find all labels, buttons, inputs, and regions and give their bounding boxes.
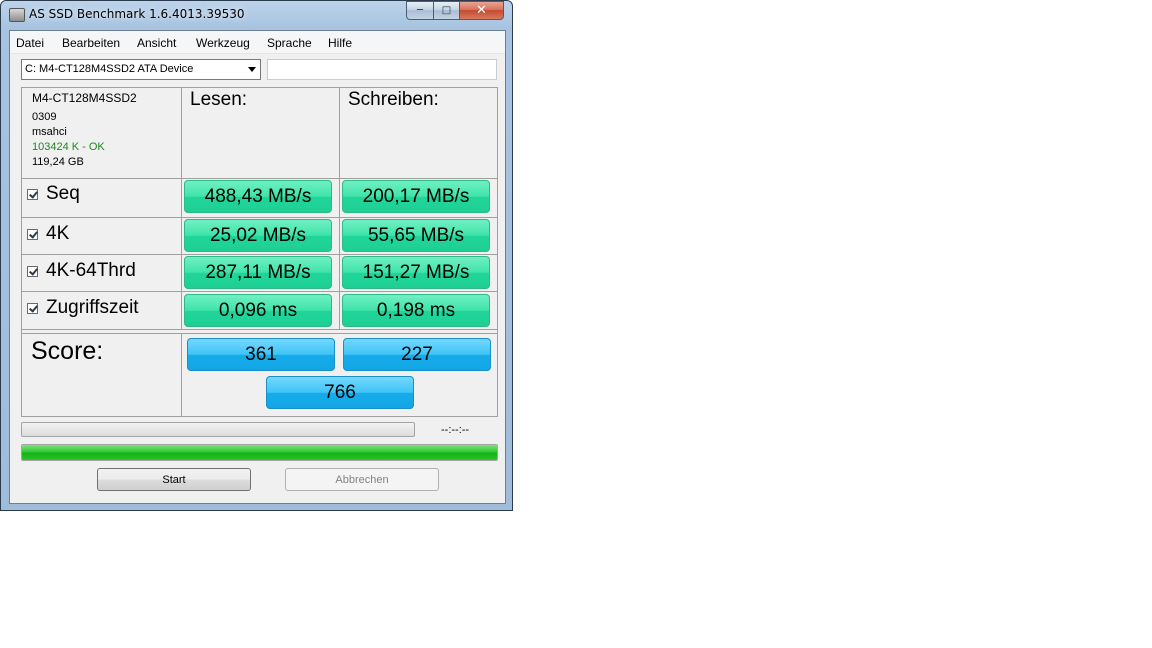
seq-write-value: 200,17 MB/s	[342, 180, 490, 213]
grid-line	[497, 87, 498, 417]
grid-line	[21, 87, 498, 88]
menu-werkzeug[interactable]: Werkzeug	[196, 36, 250, 50]
4k64-write-value: 151,27 MB/s	[342, 256, 490, 289]
app-window: AS SSD Benchmark 1.6.4013.39530 ─ □ ✕ Da…	[0, 0, 513, 511]
row-label-text: Seq	[46, 183, 80, 204]
overall-progress-bar	[21, 444, 498, 461]
row-4k64-label: 4K-64Thrd	[27, 260, 136, 282]
row-label-text: 4K-64Thrd	[46, 260, 136, 281]
4k64-read-value: 287,11 MB/s	[184, 256, 332, 289]
menu-hilfe[interactable]: Hilfe	[328, 36, 352, 50]
row-access-time-label: Zugriffszeit	[27, 297, 139, 319]
maximize-icon: □	[441, 5, 452, 16]
start-button[interactable]: Start	[97, 468, 251, 491]
seq-read-value: 488,43 MB/s	[184, 180, 332, 213]
device-size: 119,24 GB	[32, 156, 84, 168]
score-read: 361	[187, 338, 335, 371]
grid-line	[21, 416, 498, 417]
grid-line	[339, 87, 340, 330]
title-bar[interactable]: AS SSD Benchmark 1.6.4013.39530 ─ □ ✕	[1, 1, 512, 29]
grid-line	[181, 333, 182, 417]
device-alignment: 103424 K - OK	[32, 141, 105, 153]
row-label-text: 4K	[46, 223, 70, 244]
seq-checkbox[interactable]	[27, 188, 38, 200]
close-button[interactable]: ✕	[459, 1, 504, 20]
grid-line	[181, 87, 182, 330]
score-write: 227	[343, 338, 491, 371]
close-icon: ✕	[476, 3, 487, 18]
score-label: Score:	[31, 337, 104, 365]
elapsed-time: --:--:--	[441, 424, 470, 436]
access-time-write-value: 0,198 ms	[342, 294, 490, 327]
4k-read-value: 25,02 MB/s	[184, 219, 332, 252]
4k64-checkbox[interactable]	[27, 265, 38, 277]
grid-line	[21, 87, 22, 417]
overall-progress-fill	[22, 445, 497, 460]
caption-buttons: ─ □ ✕	[406, 1, 504, 20]
4k-write-value: 55,65 MB/s	[342, 219, 490, 252]
minimize-icon: ─	[416, 5, 424, 16]
row-4k-label: 4K	[27, 223, 69, 245]
score-total: 766	[266, 376, 414, 409]
device-select-value: C: M4-CT128M4SSD2 ATA Device	[25, 63, 194, 75]
info-field	[267, 59, 497, 80]
grid-line	[21, 329, 498, 330]
device-driver: msahci	[32, 126, 67, 138]
test-progress-bar	[21, 422, 415, 437]
menu-ansicht[interactable]: Ansicht	[137, 36, 176, 50]
menu-bearbeiten[interactable]: Bearbeiten	[62, 36, 120, 50]
column-header-read: Lesen:	[190, 89, 248, 110]
grid-line	[21, 333, 498, 334]
row-label-text: Zugriffszeit	[46, 297, 139, 318]
window-title: AS SSD Benchmark 1.6.4013.39530	[29, 7, 245, 21]
4k-checkbox[interactable]	[27, 228, 38, 240]
row-seq-label: Seq	[27, 183, 80, 205]
maximize-button[interactable]: □	[433, 1, 459, 20]
device-select[interactable]: C: M4-CT128M4SSD2 ATA Device	[21, 59, 261, 80]
grid-line	[21, 217, 498, 218]
results-grid: M4-CT128M4SSD2 0309 msahci 103424 K - OK…	[21, 87, 498, 417]
minimize-button[interactable]: ─	[406, 1, 433, 20]
drive-icon	[9, 8, 25, 22]
access-time-checkbox[interactable]	[27, 302, 38, 314]
grid-line	[21, 254, 498, 255]
menu-sprache[interactable]: Sprache	[267, 36, 312, 50]
device-info: M4-CT128M4SSD2 0309 msahci 103424 K - OK…	[32, 91, 137, 170]
column-header-write: Schreiben:	[348, 89, 439, 110]
cancel-button[interactable]: Abbrechen	[285, 468, 439, 491]
client-area: Datei Bearbeiten Ansicht Werkzeug Sprach…	[9, 30, 506, 504]
chevron-down-icon	[248, 67, 256, 72]
grid-line	[21, 291, 498, 292]
menu-bar: Datei Bearbeiten Ansicht Werkzeug Sprach…	[10, 31, 505, 54]
device-firmware: 0309	[32, 111, 57, 123]
grid-line	[21, 178, 498, 179]
menu-datei[interactable]: Datei	[16, 36, 44, 50]
device-model: M4-CT128M4SSD2	[32, 91, 137, 105]
access-time-read-value: 0,096 ms	[184, 294, 332, 327]
